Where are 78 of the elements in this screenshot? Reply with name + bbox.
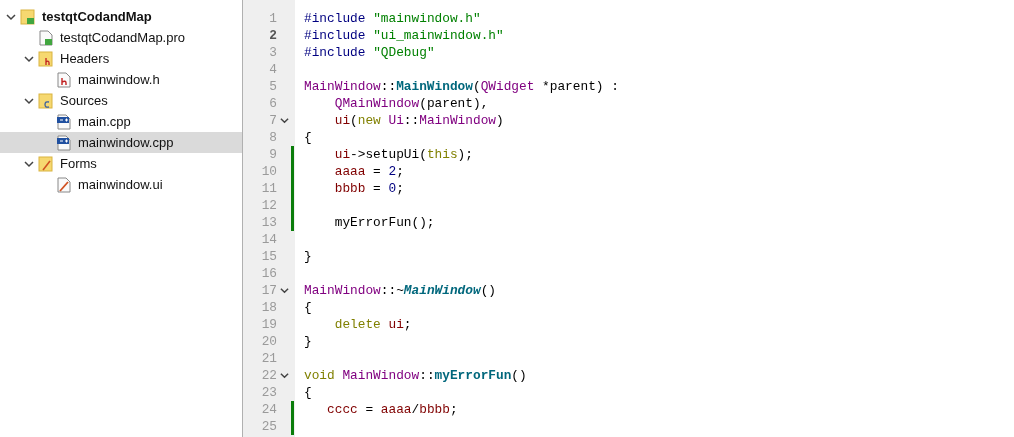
file-icon [38, 29, 54, 46]
line-number: 21 [260, 351, 277, 366]
code-line: myErrorFun(); [333, 215, 435, 230]
tree-item[interactable]: main.cpp [0, 111, 242, 132]
folder-icon [38, 155, 54, 172]
line-number: 25 [260, 419, 277, 434]
tree-item[interactable]: mainwindow.h [0, 69, 242, 90]
code-line: { [303, 300, 312, 315]
tree-item[interactable]: testqtCodandMap [0, 6, 242, 27]
tree-item[interactable]: Headers [0, 48, 242, 69]
line-number: 5 [268, 79, 277, 94]
tree-item-label: Headers [59, 51, 110, 66]
code-line: { [303, 385, 312, 400]
code-line: { [303, 130, 312, 145]
code-line: QMainWindow(parent), [333, 96, 489, 111]
line-number: 8 [268, 130, 277, 145]
line-number: 23 [260, 385, 277, 400]
line-number: 4 [268, 62, 277, 77]
tree-item-label: mainwindow.h [77, 72, 160, 87]
file-icon [56, 71, 72, 88]
chevron-down-icon[interactable] [24, 95, 34, 106]
tree-item[interactable]: mainwindow.cpp [0, 132, 242, 153]
folder-icon [38, 92, 54, 109]
file-icon [56, 176, 72, 193]
code-line: delete ui; [333, 317, 412, 332]
tree-item[interactable]: Sources [0, 90, 242, 111]
code-line: } [303, 249, 312, 264]
tree-item[interactable]: testqtCodandMap.pro [0, 27, 242, 48]
line-number: 1 [268, 11, 277, 26]
folder-icon [20, 8, 36, 25]
tree-item-label: mainwindow.ui [77, 177, 163, 192]
line-number: 17 [260, 283, 277, 298]
file-icon [56, 134, 72, 151]
chevron-down-icon[interactable] [24, 53, 34, 64]
line-number: 24 [260, 402, 277, 417]
code-line: #include "mainwindow.h" [303, 11, 481, 26]
code-line: aaaa = 2; [333, 164, 404, 179]
code-line: bbbb = 0; [333, 181, 404, 196]
line-number: 22 [260, 368, 277, 383]
tree-item-label: testqtCodandMap.pro [59, 30, 186, 45]
code-line: #include "QDebug" [303, 45, 435, 60]
line-number: 15 [260, 249, 277, 264]
line-number: 19 [260, 317, 277, 332]
code-line: ui(new Ui::MainWindow) [333, 113, 504, 128]
line-number: 18 [260, 300, 277, 315]
fold-chevron-icon[interactable] [279, 116, 289, 125]
tree-item[interactable]: mainwindow.ui [0, 174, 242, 195]
line-number: 16 [260, 266, 277, 281]
line-number: 2 [268, 28, 277, 43]
line-number: 14 [260, 232, 277, 247]
tree-item-label: mainwindow.cpp [77, 135, 174, 150]
tree-item-label: main.cpp [77, 114, 131, 129]
file-icon [56, 113, 72, 130]
line-number: 10 [260, 164, 277, 179]
line-number: 11 [260, 181, 277, 196]
tree-item-label: Sources [59, 93, 108, 108]
code-line: MainWindow::~MainWindow() [303, 283, 496, 298]
line-number: 6 [268, 96, 277, 111]
code-line: void MainWindow::myErrorFun() [303, 368, 527, 383]
chevron-down-icon[interactable] [6, 11, 16, 22]
code-line: MainWindow::MainWindow(QWidget *parent) : [303, 79, 619, 94]
line-number: 20 [260, 334, 277, 349]
tree-item-label: testqtCodandMap [41, 9, 152, 24]
code-line: #include "ui_mainwindow.h" [303, 28, 504, 43]
code-line: cccc = aaaa/bbbb; [326, 402, 458, 417]
line-number: 9 [268, 147, 277, 162]
tree-item-label: Forms [59, 156, 97, 171]
chevron-down-icon[interactable] [24, 158, 34, 169]
line-number: 12 [260, 198, 277, 213]
line-number: 13 [260, 215, 277, 230]
fold-chevron-icon[interactable] [279, 371, 289, 380]
line-number: 7 [268, 113, 277, 128]
code-line: ui->setupUi(this); [333, 147, 473, 162]
fold-chevron-icon[interactable] [279, 286, 289, 295]
line-number: 3 [268, 45, 277, 60]
tree-item[interactable]: Forms [0, 153, 242, 174]
folder-icon [38, 50, 54, 67]
code-line: } [303, 334, 312, 349]
